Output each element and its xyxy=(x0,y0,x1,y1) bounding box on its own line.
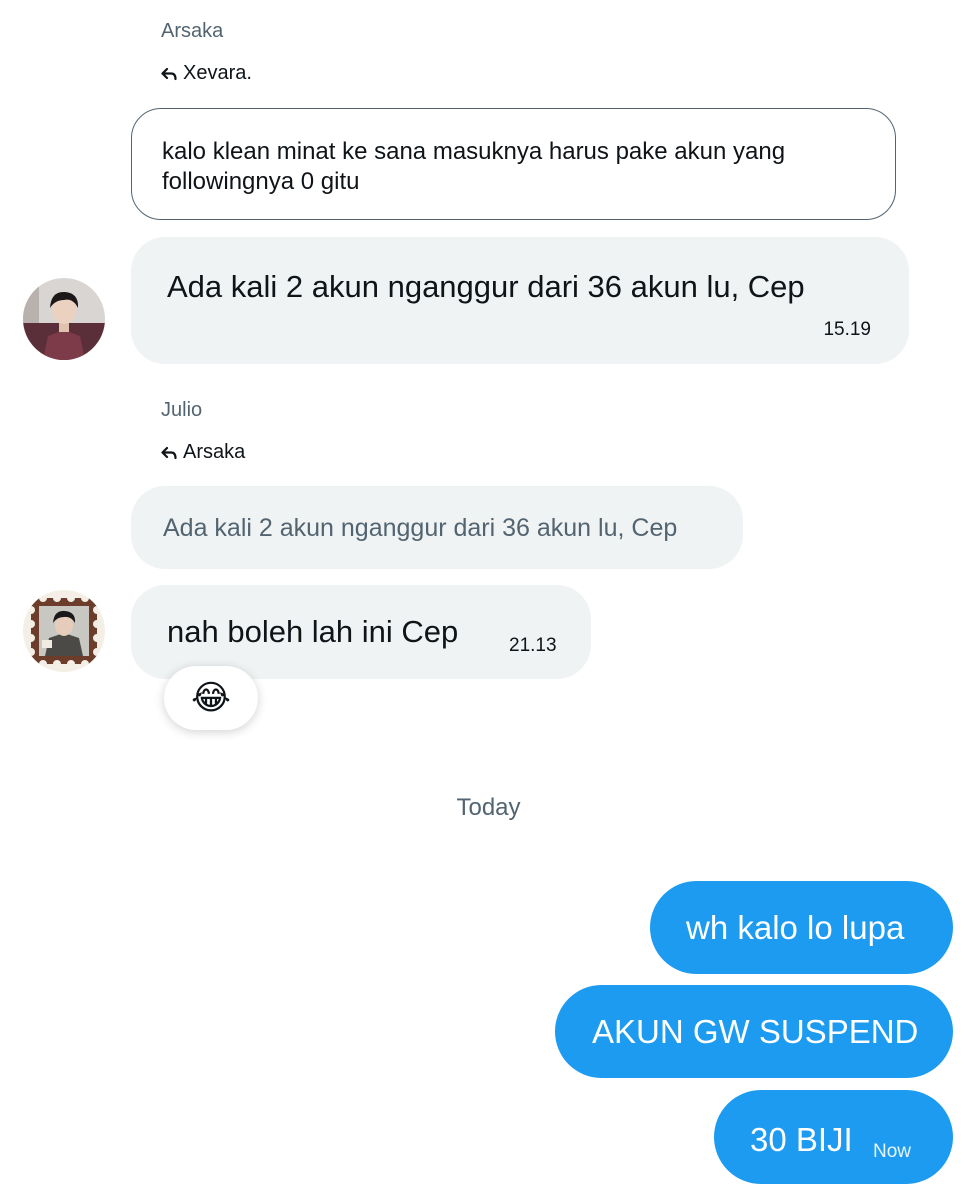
sent-message-bubble[interactable]: 30 BIJI Now xyxy=(714,1090,953,1184)
message-bubble[interactable]: Ada kali 2 akun nganggur dari 36 akun lu… xyxy=(131,237,909,364)
reply-context: Arsaka xyxy=(161,441,245,464)
sent-message-text: wh kalo lo lupa xyxy=(686,909,905,946)
message-timestamp: 21.13 xyxy=(509,635,557,656)
reply-to-name: Xevara. xyxy=(183,62,252,84)
message-text: nah boleh lah ini Cep xyxy=(167,614,459,649)
reaction-badge[interactable]: 😂 xyxy=(164,666,258,730)
date-separator: Today xyxy=(456,794,521,821)
avatar-arsaka-icon xyxy=(23,278,105,360)
reply-arrow-icon xyxy=(161,446,177,459)
message-text: Ada kali 2 akun nganggur dari 36 akun lu… xyxy=(167,269,805,304)
avatar[interactable] xyxy=(23,278,105,360)
reply-context: Xevara. xyxy=(161,62,252,85)
sent-message-bubble[interactable]: wh kalo lo lupa xyxy=(650,881,953,974)
sender-name-arsaka: Arsaka xyxy=(161,20,224,42)
avatar[interactable] xyxy=(23,590,105,672)
quoted-message[interactable]: Ada kali 2 akun nganggur dari 36 akun lu… xyxy=(131,486,743,569)
sent-message-bubble[interactable]: AKUN GW SUSPEND xyxy=(555,985,953,1078)
quoted-message-text: kalo klean minat ke sana masuknya harus … xyxy=(162,138,786,195)
quoted-message-text: Ada kali 2 akun nganggur dari 36 akun lu… xyxy=(163,514,678,542)
reply-to-name: Arsaka xyxy=(183,441,246,463)
reply-arrow-icon xyxy=(161,67,177,80)
sent-message-timestamp: Now xyxy=(873,1141,912,1162)
message-timestamp: 15.19 xyxy=(823,319,871,340)
sent-message-text: 30 BIJI xyxy=(750,1121,853,1158)
sender-name-julio: Julio xyxy=(161,399,203,421)
message-bubble[interactable]: nah boleh lah ini Cep 21.13 xyxy=(131,585,591,679)
avatar-julio-icon xyxy=(23,590,105,672)
quoted-message[interactable]: kalo klean minat ke sana masuknya harus … xyxy=(131,108,896,220)
tears-of-joy-emoji: 😂 xyxy=(191,679,231,717)
sent-message-text: AKUN GW SUSPEND xyxy=(592,1013,919,1050)
